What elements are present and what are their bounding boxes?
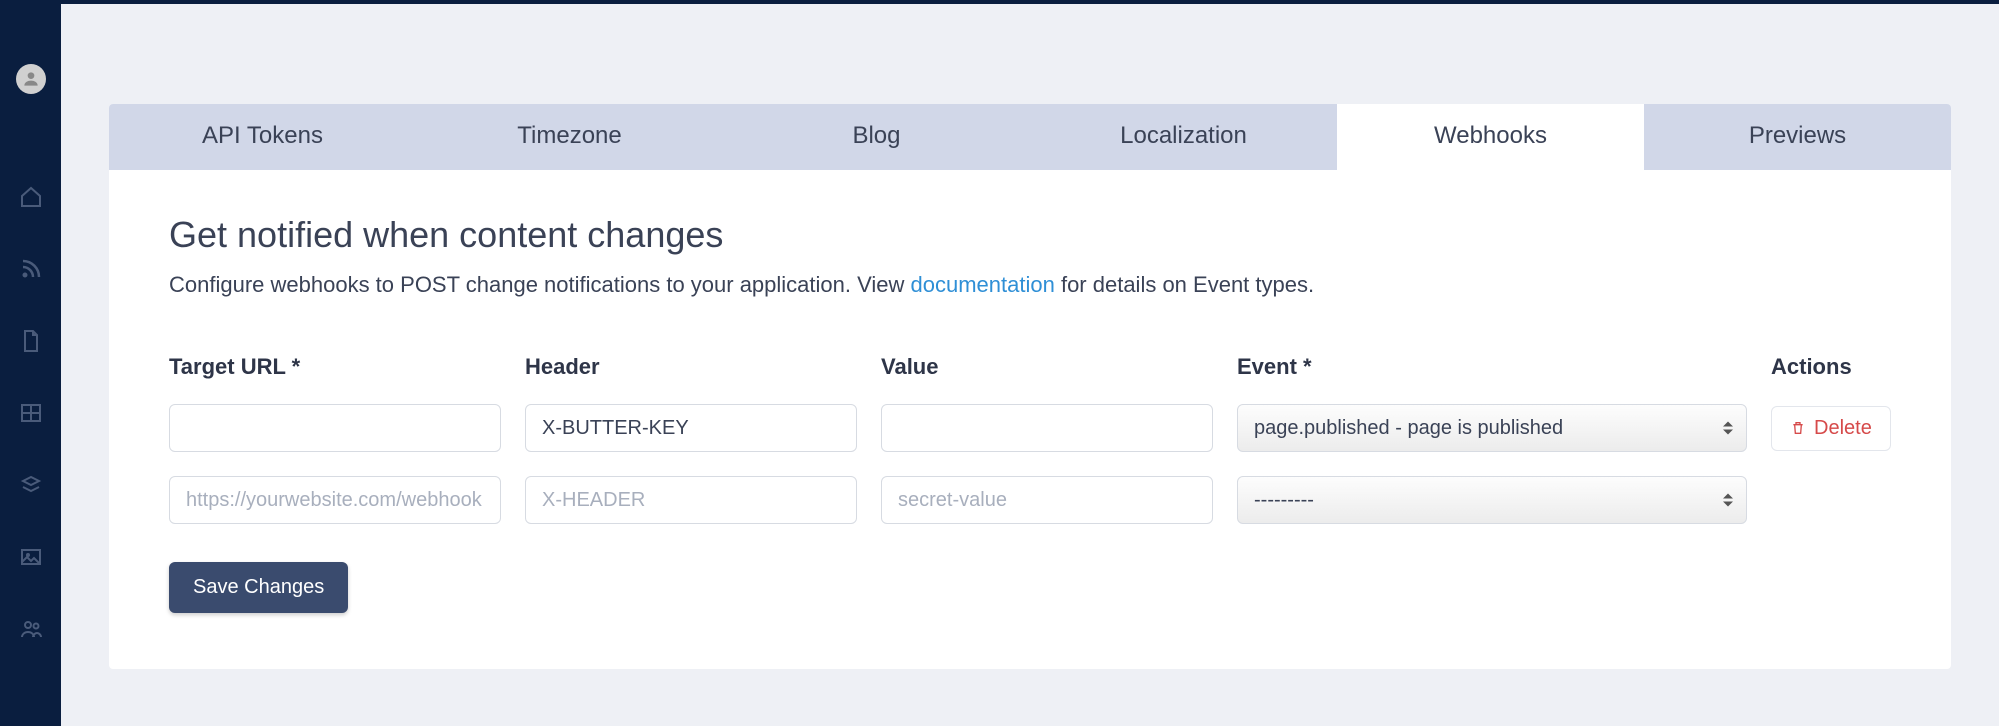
header-input[interactable] [525,404,857,452]
main: API Tokens Timezone Blog Localization We… [61,4,1999,726]
content: Get notified when content changes Config… [109,170,1951,669]
grid-icon [19,401,43,425]
target-url-input-new[interactable] [169,476,501,524]
documentation-link[interactable]: documentation [911,272,1055,297]
tab-blog[interactable]: Blog [723,104,1030,170]
subtext-pre: Configure webhooks to POST change notifi… [169,272,911,297]
col-event: Event * [1237,354,1747,380]
tab-api-tokens[interactable]: API Tokens [109,104,416,170]
delete-label: Delete [1814,417,1872,440]
tab-previews[interactable]: Previews [1644,104,1951,170]
save-button[interactable]: Save Changes [169,562,348,613]
sidebar [0,4,61,726]
sidebar-pages[interactable] [18,328,44,354]
event-select[interactable]: page.published - page is published [1237,404,1747,452]
delete-button[interactable]: Delete [1771,406,1891,451]
rss-icon [19,257,43,281]
layout: API Tokens Timezone Blog Localization We… [0,4,1999,726]
col-target-url: Target URL * [169,354,501,380]
col-actions: Actions [1771,354,1891,380]
users-icon [19,617,43,641]
settings-card: API Tokens Timezone Blog Localization We… [109,104,1951,669]
tab-timezone[interactable]: Timezone [416,104,723,170]
sidebar-home[interactable] [18,184,44,210]
page-subtext: Configure webhooks to POST change notifi… [169,272,1891,298]
event-select-wrap: page.published - page is published [1237,404,1747,452]
subtext-post: for details on Event types. [1055,272,1314,297]
components-icon [19,473,43,497]
col-value: Value [881,354,1213,380]
event-select-new[interactable]: --------- [1237,476,1747,524]
page-heading: Get notified when content changes [169,214,1891,256]
sidebar-media[interactable] [18,544,44,570]
sidebar-blog[interactable] [18,256,44,282]
avatar-icon [21,69,41,89]
media-icon [19,545,43,569]
col-header: Header [525,354,857,380]
target-url-input[interactable] [169,404,501,452]
webhooks-table: Target URL * Header Value Event * Action… [169,354,1891,524]
value-input[interactable] [881,404,1213,452]
sidebar-collections[interactable] [18,400,44,426]
tab-localization[interactable]: Localization [1030,104,1337,170]
actions-cell: Delete [1771,406,1891,451]
event-select-wrap-new: --------- [1237,476,1747,524]
trash-icon [1790,420,1806,436]
value-input-new[interactable] [881,476,1213,524]
page-icon [19,329,43,353]
sidebar-components[interactable] [18,472,44,498]
header-input-new[interactable] [525,476,857,524]
tab-webhooks[interactable]: Webhooks [1337,104,1644,170]
sidebar-users[interactable] [18,616,44,642]
tabs: API Tokens Timezone Blog Localization We… [109,104,1951,170]
avatar[interactable] [16,64,46,94]
home-icon [19,185,43,209]
